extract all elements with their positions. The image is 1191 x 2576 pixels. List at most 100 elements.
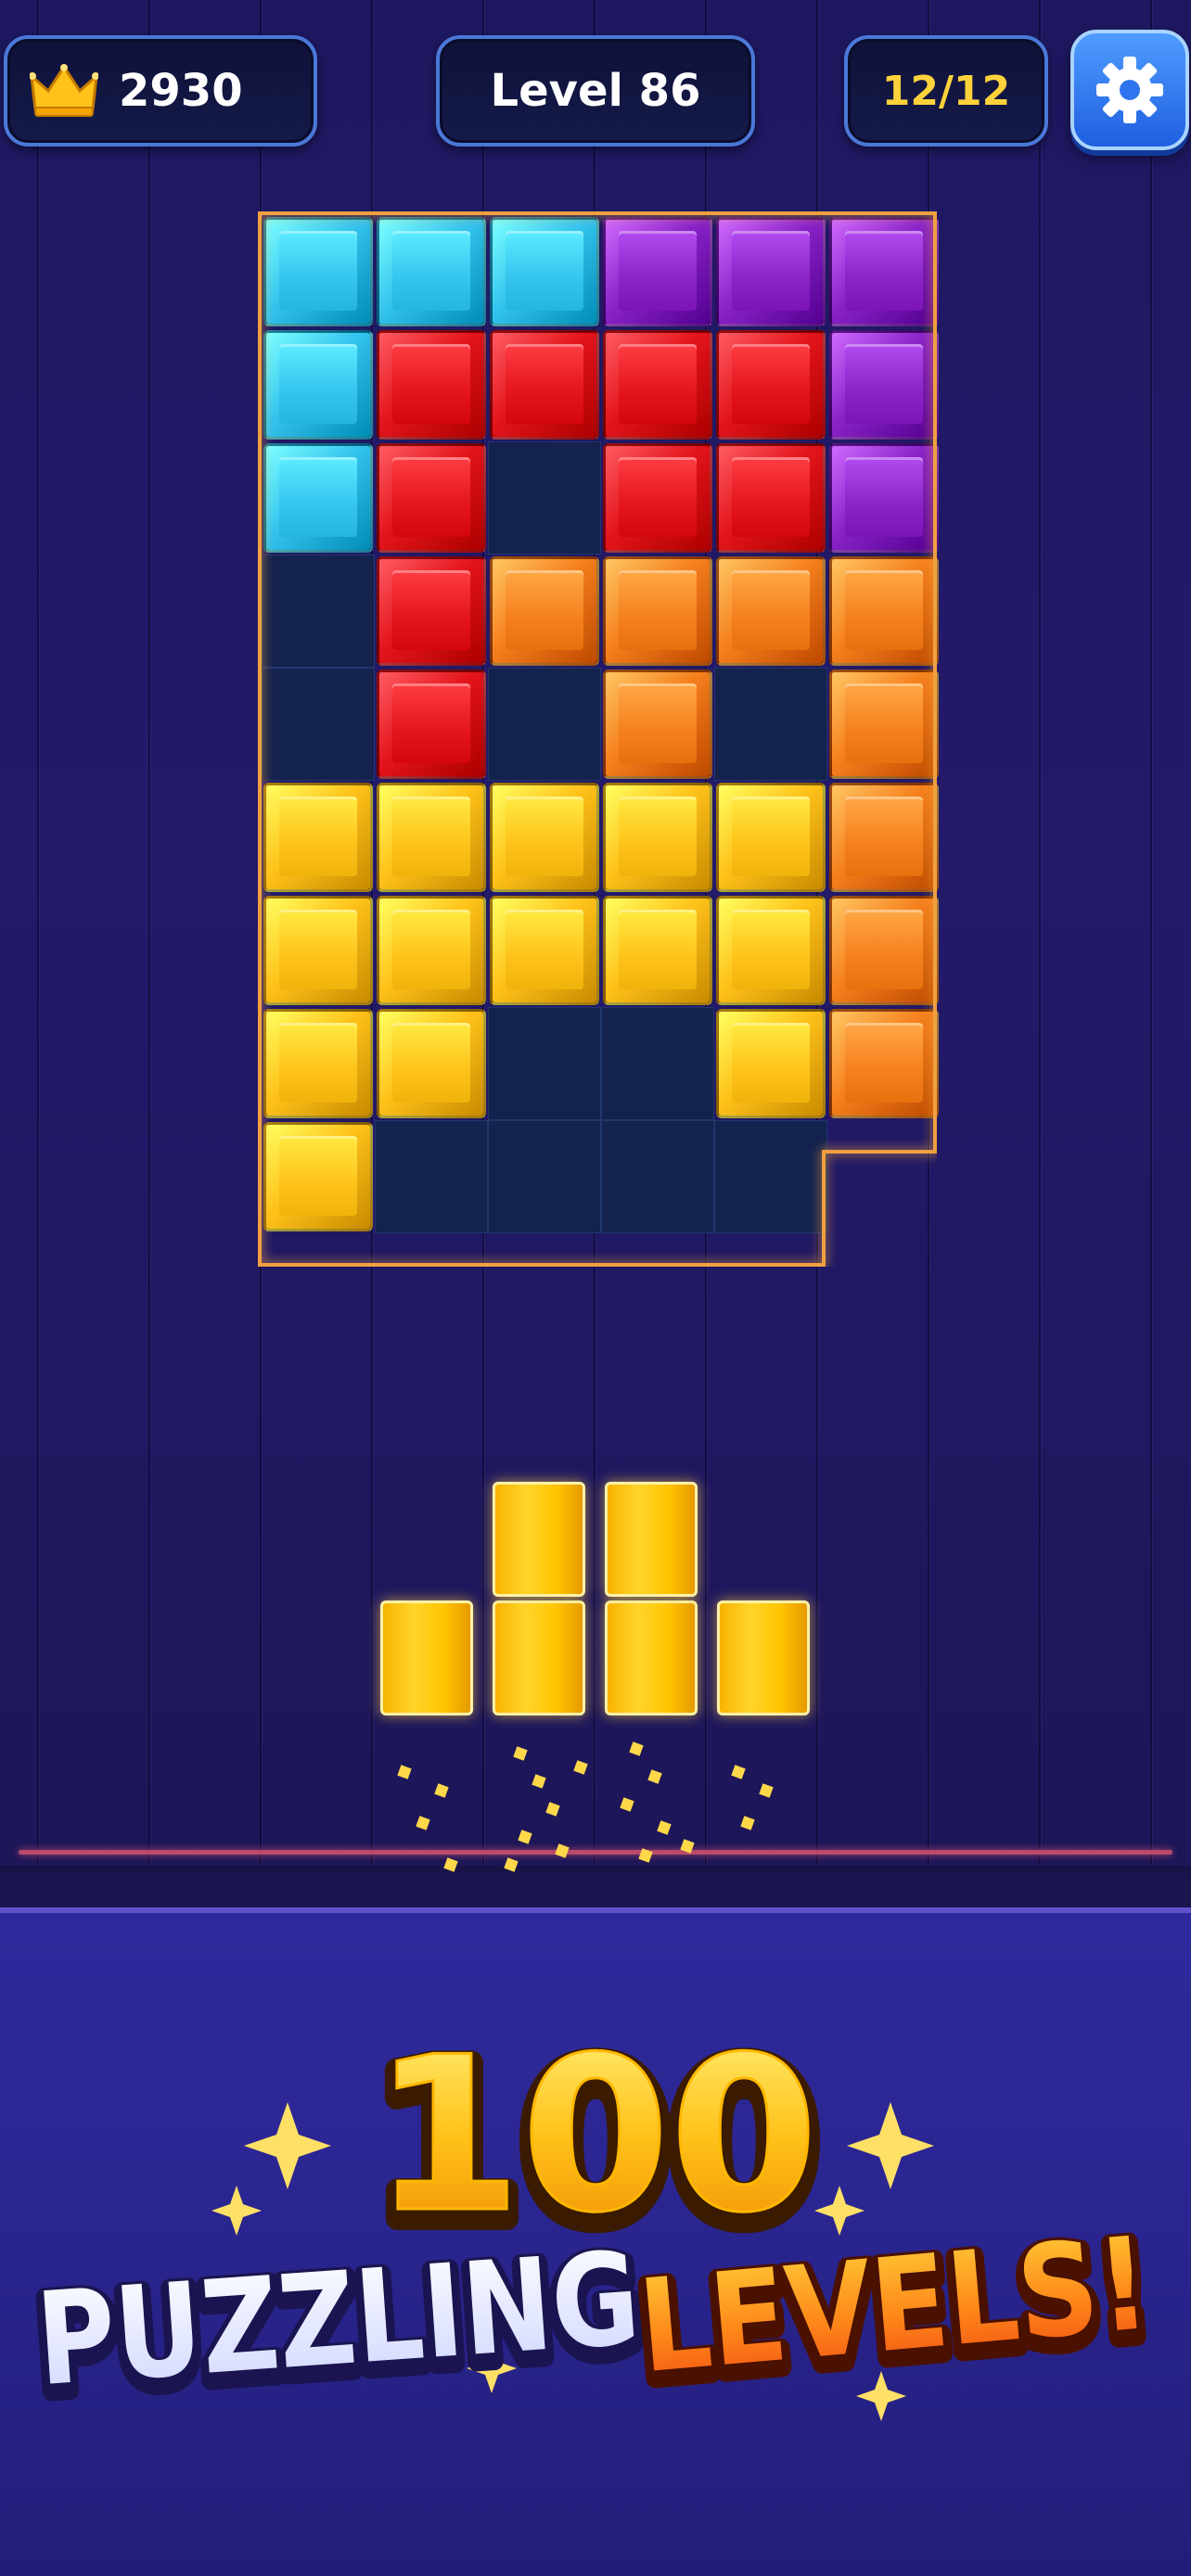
board-block: [603, 556, 712, 666]
block-face: [506, 910, 583, 989]
board-empty-cell[interactable]: [488, 441, 601, 555]
board-block: [603, 896, 712, 1005]
board-block: [377, 896, 486, 1005]
block-face: [732, 570, 810, 650]
board-block: [603, 330, 712, 440]
board-block: [829, 670, 939, 779]
board-block: [716, 217, 826, 326]
board-block: [716, 330, 826, 440]
board-block: [490, 896, 599, 1005]
block-face: [279, 344, 357, 424]
level-display: Level 86: [436, 35, 755, 147]
board-empty-cell[interactable]: [262, 555, 375, 668]
promo-number: 100: [373, 2012, 818, 2260]
game-area: 2930 Level 86 12/12: [0, 0, 1191, 1882]
board-block: [490, 330, 599, 440]
floor: [0, 1866, 1191, 1882]
block-face: [392, 1023, 470, 1103]
board-block: [263, 1009, 373, 1118]
board-block: [377, 1009, 486, 1118]
background-stripe: [1150, 0, 1152, 1864]
board-empty-cell[interactable]: [601, 1120, 714, 1233]
tray-piece-block[interactable]: [605, 1482, 698, 1597]
moves-value: 12/12: [881, 67, 1011, 115]
board-block: [603, 443, 712, 553]
board-block: [263, 783, 373, 892]
block-face: [732, 457, 810, 537]
board-block: [829, 217, 939, 326]
block-face: [732, 1023, 810, 1103]
promo-banner: 100 100 PUZZLING PUZZLING LEVELS! LEVELS…: [0, 1907, 1191, 2576]
background-stripe: [260, 0, 262, 1864]
board-block: [263, 217, 373, 326]
board-block: [829, 1009, 939, 1118]
board-empty-cell[interactable]: [601, 1007, 714, 1120]
tray-piece-block[interactable]: [380, 1600, 473, 1715]
score-display: 2930: [4, 35, 317, 147]
board-empty-cell[interactable]: [262, 668, 375, 781]
tray-piece-block[interactable]: [493, 1482, 585, 1597]
gear-icon: [1096, 57, 1163, 123]
board-block: [603, 217, 712, 326]
board-block: [377, 217, 486, 326]
block-face: [732, 910, 810, 989]
background-stripe: [148, 0, 150, 1864]
board-empty-cell[interactable]: [714, 1120, 827, 1233]
floor-line: [19, 1850, 1172, 1855]
block-face: [392, 683, 470, 763]
block-face: [619, 910, 697, 989]
board-block: [377, 670, 486, 779]
block-face: [279, 910, 357, 989]
block-face: [392, 910, 470, 989]
board-block: [377, 556, 486, 666]
block-face: [619, 570, 697, 650]
block-face: [279, 231, 357, 311]
settings-button[interactable]: [1070, 30, 1189, 150]
block-face: [279, 1136, 357, 1216]
block-face: [845, 797, 923, 876]
score-value: 2930: [119, 65, 243, 117]
board-block: [829, 443, 939, 553]
block-face: [845, 344, 923, 424]
board-block: [263, 330, 373, 440]
board-empty-cell[interactable]: [488, 668, 601, 781]
board-block: [716, 783, 826, 892]
board-empty-cell[interactable]: [714, 668, 827, 781]
block-face: [732, 797, 810, 876]
board-empty-cell[interactable]: [375, 1120, 488, 1233]
block-face: [392, 231, 470, 311]
board-block: [716, 556, 826, 666]
promo-graphic: 100 100 PUZZLING PUZZLING LEVELS! LEVELS…: [0, 1907, 1191, 2432]
level-label: Level 86: [490, 65, 701, 117]
block-face: [392, 344, 470, 424]
board-block: [490, 556, 599, 666]
block-face: [845, 1023, 923, 1103]
tray-piece-block[interactable]: [717, 1600, 810, 1715]
background-stripe: [37, 0, 39, 1864]
block-face: [845, 683, 923, 763]
block-face: [506, 797, 583, 876]
board-empty-cell[interactable]: [488, 1120, 601, 1233]
board-block: [490, 217, 599, 326]
tray-piece-block[interactable]: [493, 1600, 585, 1715]
block-face: [732, 231, 810, 311]
block-face: [279, 797, 357, 876]
block-face: [619, 797, 697, 876]
board-block: [829, 896, 939, 1005]
tray-piece-block[interactable]: [605, 1600, 698, 1715]
board-block: [377, 783, 486, 892]
board-empty-cell[interactable]: [488, 1007, 601, 1120]
board-block: [716, 896, 826, 1005]
board-block: [263, 443, 373, 553]
moves-counter: 12/12: [844, 35, 1048, 147]
board-block: [716, 443, 826, 553]
block-face: [845, 570, 923, 650]
board-block: [829, 783, 939, 892]
block-face: [619, 344, 697, 424]
block-face: [845, 457, 923, 537]
block-face: [845, 910, 923, 989]
background-stripe: [1039, 0, 1041, 1864]
board-block: [829, 556, 939, 666]
board-block: [603, 783, 712, 892]
board-block: [263, 896, 373, 1005]
